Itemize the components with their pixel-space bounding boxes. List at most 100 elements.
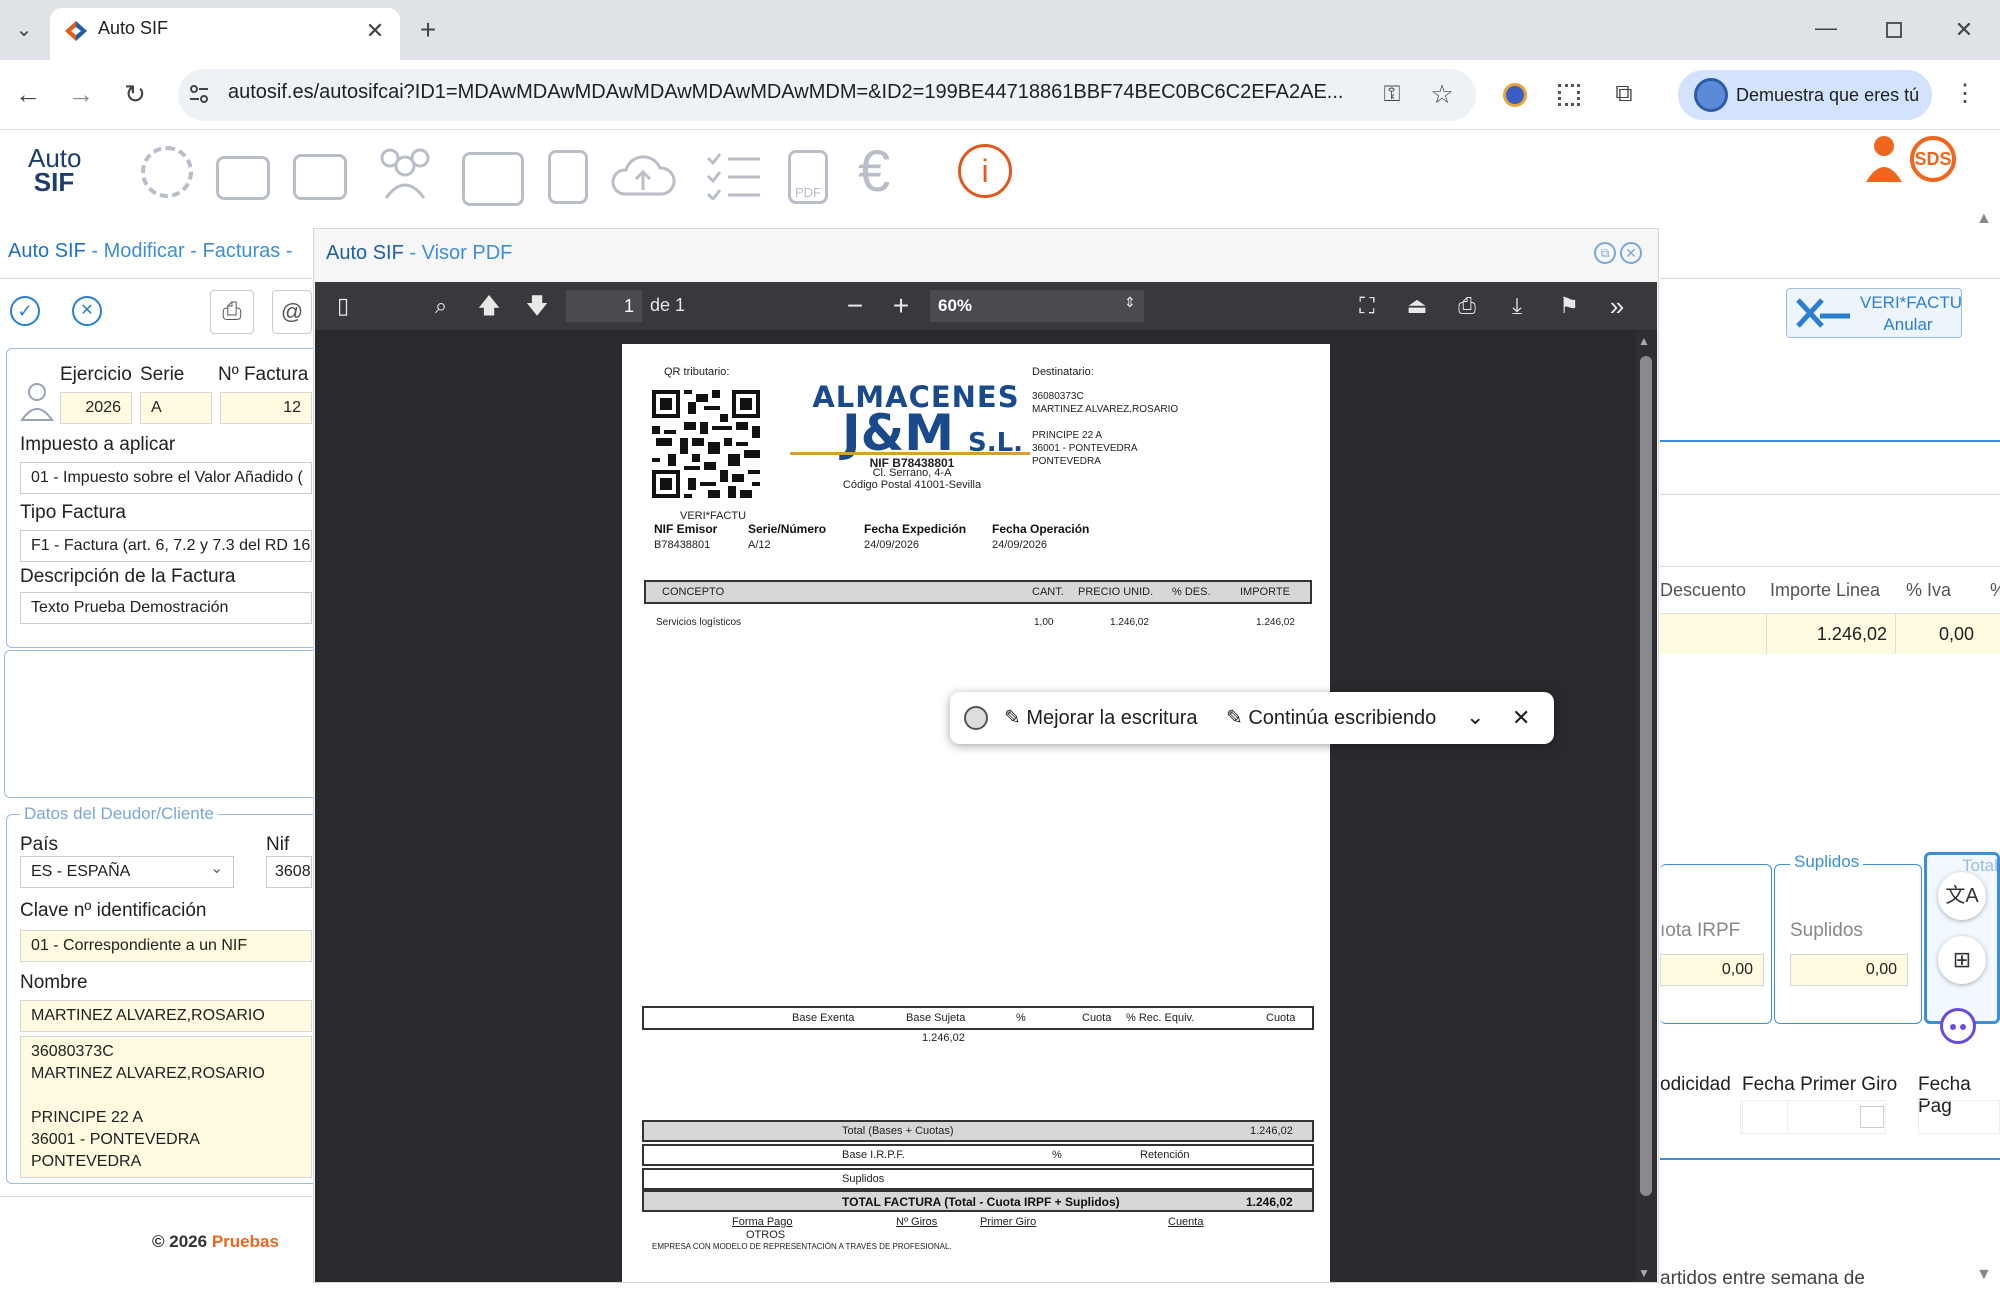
window-close-icon[interactable]: ✕ — [1944, 10, 1984, 50]
continue-writing-button[interactable]: ✎ Continúa escribiendo — [1226, 705, 1436, 730]
lines-pane — [1659, 228, 2000, 1303]
url-text[interactable]: autosif.es/autosifcai?ID1=MDAwMDAwMDAwMD… — [228, 81, 1358, 104]
page-scroll-down-icon[interactable]: ▼ — [1976, 1266, 1992, 1284]
cuota-irpf-field[interactable]: 0,00 — [1660, 954, 1764, 986]
browser-menu-icon[interactable]: ⋮ — [1945, 74, 1985, 114]
euro-icon[interactable]: € — [858, 138, 890, 205]
zoom-chevron-icon: ⇕ — [1124, 294, 1136, 310]
pdf-scroll-down-icon[interactable]: ▼ — [1638, 1266, 1650, 1280]
presentation-mode-icon[interactable]: ⛶ — [1350, 289, 1384, 323]
modal-title: Auto SIF - Visor PDF — [326, 242, 512, 265]
apps-grid-icon[interactable]: ⊞ — [1938, 936, 1986, 984]
open-folder-icon[interactable] — [293, 154, 347, 200]
bookmark-icon[interactable]: ⚑ — [1552, 289, 1586, 323]
improve-writing-button[interactable]: ✎ Mejorar la escritura — [1004, 705, 1198, 730]
suplidos-field[interactable]: 0,00 — [1790, 954, 1908, 986]
print-icon[interactable]: ⎙ — [210, 290, 254, 334]
val-fop: 24/09/2026 — [992, 539, 1048, 551]
folder-icon[interactable] — [216, 156, 270, 200]
tipo-factura-select[interactable]: F1 - Factura (art. 6, 7.2 y 7.3 del RD 1… — [20, 530, 312, 562]
line-importe: 1.246,02 — [1256, 617, 1295, 628]
confirm-check-icon[interactable]: ✓ — [10, 296, 40, 326]
extension-qr-icon[interactable] — [1558, 84, 1580, 106]
forma-pago: Forma Pago — [732, 1216, 793, 1228]
company-addr2: Código Postal 41001-Sevilla — [842, 479, 982, 491]
cancel-x-icon[interactable]: ✕ — [72, 296, 102, 326]
cloud-upload-icon[interactable] — [610, 150, 676, 200]
divider — [0, 1196, 312, 1197]
zoom-out-icon[interactable]: − — [838, 289, 872, 323]
zoom-select[interactable]: 60% — [930, 290, 1144, 322]
zoom-in-icon[interactable]: + — [884, 289, 918, 323]
tools-more-icon[interactable]: » — [1600, 289, 1634, 323]
n-giros: Nº Giros — [896, 1216, 938, 1228]
address-textarea[interactable]: 36080373C MARTINEZ ALVAREZ,ROSARIO PRINC… — [20, 1036, 312, 1178]
back-icon[interactable]: ← — [8, 74, 48, 114]
export-box-icon[interactable] — [462, 152, 524, 206]
descripcion-field[interactable]: Texto Prueba Demostración — [20, 592, 312, 624]
impuesto-label: Impuesto a aplicar — [20, 434, 176, 455]
calendar-icon[interactable] — [1860, 1106, 1884, 1128]
ejercicio-field[interactable]: 2026 — [60, 392, 132, 424]
password-key-icon[interactable]: ⚿ — [1372, 74, 1412, 114]
extensions-puzzle-icon[interactable]: ⧉ — [1604, 74, 1644, 114]
nif-field[interactable]: 3608 — [266, 856, 312, 888]
reload-icon[interactable]: ↻ — [115, 74, 155, 114]
pdf-icon[interactable]: PDF — [788, 150, 828, 204]
serie-field[interactable]: A — [140, 392, 212, 424]
fecha-pago-field[interactable] — [1918, 1100, 2000, 1134]
document-icon[interactable] — [548, 150, 588, 204]
footer-brand[interactable]: Pruebas — [212, 1232, 279, 1251]
popup-close-icon[interactable]: ✕ — [1512, 705, 1530, 731]
translate-icon[interactable]: 文A — [1938, 872, 1986, 920]
download-icon[interactable]: ⤓ — [1500, 289, 1534, 323]
nombre-field[interactable]: MARTINEZ ALVAREZ,ROSARIO — [20, 1000, 312, 1032]
row-iva: 0,00 — [1938, 624, 1974, 644]
print-pdf-icon[interactable]: ⎙ — [1450, 289, 1484, 323]
breadcrumb-app[interactable]: Auto SIF — [8, 240, 86, 262]
sidebar-toggle-icon[interactable]: ▯ — [326, 289, 360, 323]
modal-close-icon[interactable]: ✕ — [1620, 242, 1642, 264]
col-descuento: Descuento — [1660, 580, 1747, 600]
tab-search-chevron-icon[interactable]: ⌄ — [4, 10, 44, 50]
minimize-icon[interactable]: — — [1806, 8, 1846, 48]
nfactura-field[interactable]: 12 — [220, 392, 312, 424]
impuesto-select[interactable]: 01 - Impuesto sobre el Valor Añadido ( — [20, 462, 312, 494]
email-icon[interactable]: @ — [272, 290, 312, 334]
popup-chevron-down-icon[interactable]: ⌄ — [1466, 704, 1484, 730]
divider — [1660, 278, 2000, 279]
page-number-input[interactable]: 1 — [566, 290, 642, 322]
site-settings-icon[interactable] — [188, 83, 210, 105]
info-icon[interactable]: i — [958, 144, 1012, 198]
modal-restore-icon[interactable]: ⧉ — [1594, 242, 1616, 264]
clave-select[interactable]: 01 - Correspondiente a un NIF — [20, 930, 312, 962]
find-icon[interactable]: ⌕ — [424, 289, 458, 323]
user-help-icon[interactable] — [1866, 134, 1906, 184]
bookmark-star-icon[interactable]: ☆ — [1422, 74, 1462, 114]
pdf-scroll-up-icon[interactable]: ▲ — [1638, 334, 1650, 348]
total-factura-label: TOTAL FACTURA (Total - Cuota IRPF + Supl… — [842, 1195, 1120, 1209]
extension-globe-icon[interactable] — [1503, 83, 1527, 107]
breadcrumb: Auto SIF - Modificar - Facturas - — [8, 240, 293, 263]
users-icon[interactable] — [372, 146, 438, 200]
page-scroll-up-icon[interactable]: ▲ — [1976, 210, 1992, 228]
maximize-icon[interactable] — [1886, 22, 1902, 38]
new-tab-icon[interactable]: + — [408, 10, 448, 50]
divider — [0, 278, 312, 279]
tab-close-icon[interactable]: ✕ — [355, 11, 395, 51]
previous-page-icon[interactable]: 🡅 — [472, 289, 506, 323]
verifactu-label: VERI*FACTU — [680, 510, 747, 522]
open-file-icon[interactable]: ⏏ — [1400, 289, 1434, 323]
checklist-icon[interactable] — [706, 150, 762, 202]
continue-writing-label: Continúa escribiendo — [1248, 707, 1437, 729]
forward-icon[interactable]: → — [61, 74, 101, 114]
address-line: 36080373C — [31, 1043, 114, 1060]
next-page-icon[interactable]: 🡇 — [520, 289, 554, 323]
pdf-scrollbar-thumb[interactable] — [1640, 356, 1652, 1196]
assistant-face-icon[interactable] — [1940, 1008, 1976, 1044]
sds-logo-icon[interactable]: SDS — [1910, 136, 1956, 182]
settings-gear-icon[interactable] — [141, 146, 193, 198]
app-logo[interactable]: Auto SIF — [28, 145, 82, 195]
pais-select[interactable]: ES - ESPAÑA — [20, 856, 234, 888]
irpf-pct: % — [1052, 1149, 1062, 1161]
